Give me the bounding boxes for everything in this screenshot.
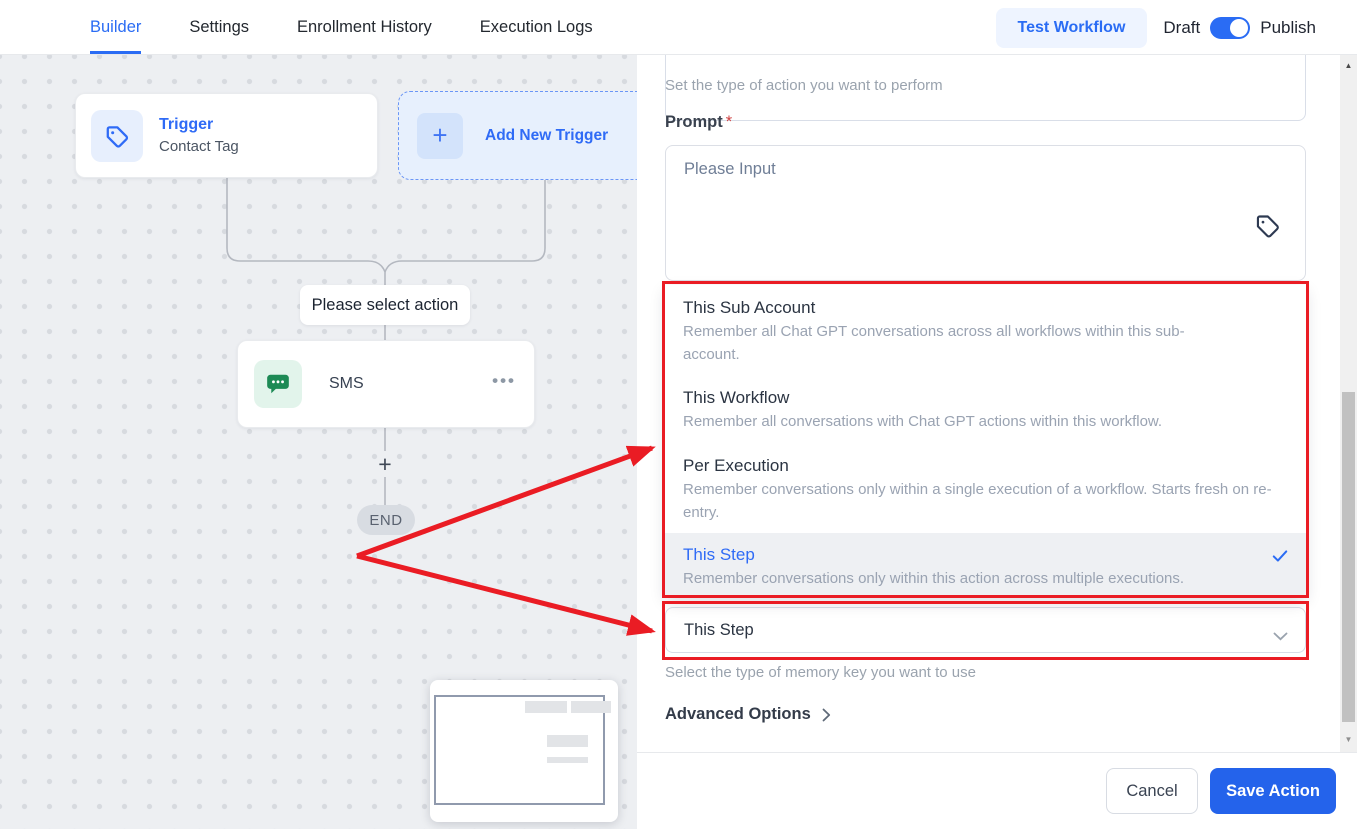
scrollbar-up-arrow[interactable]: ▲: [1340, 58, 1357, 74]
trigger-card-title: Trigger: [159, 116, 214, 133]
test-workflow-button[interactable]: Test Workflow: [995, 7, 1148, 48]
option-description: Remember conversations only within this …: [683, 570, 1185, 587]
scrollbar-thumb[interactable]: [1342, 392, 1355, 722]
toggle-knob: [1230, 18, 1249, 37]
option-description: Remember conversations only within a sin…: [683, 481, 1272, 521]
minimap-node: [571, 701, 611, 713]
select-action-label: Please select action: [300, 285, 470, 325]
minimap-node: [547, 735, 588, 747]
tab-builder[interactable]: Builder: [90, 0, 142, 54]
cancel-button[interactable]: Cancel: [1106, 768, 1198, 814]
option-title: This Sub Account: [683, 298, 816, 317]
minimap-node: [547, 757, 588, 763]
add-new-trigger-label: Add New Trigger: [485, 126, 609, 144]
nav-tabs: Builder Settings Enrollment History Exec…: [90, 0, 593, 54]
publish-label: Publish: [1260, 17, 1316, 37]
nav-right: Test Workflow Draft Publish: [995, 0, 1316, 55]
memory-type-select-field[interactable]: This Step: [665, 607, 1306, 653]
advanced-options-link[interactable]: Advanced Options: [665, 705, 831, 724]
option-description: Remember all conversations with Chat GPT…: [683, 413, 1163, 430]
chevron-right-icon: [822, 708, 830, 721]
panel-footer: Cancel Save Action: [637, 752, 1357, 829]
prompt-label: Prompt *: [665, 113, 733, 131]
sms-action-card[interactable]: SMS •••: [237, 340, 535, 428]
add-new-trigger-button[interactable]: + Add New Trigger: [398, 91, 637, 180]
scrollbar-down-arrow[interactable]: ▼: [1340, 732, 1357, 748]
tab-settings[interactable]: Settings: [189, 0, 249, 54]
top-nav: Builder Settings Enrollment History Exec…: [0, 0, 1357, 55]
workflow-canvas[interactable]: Trigger Contact Tag + Add New Trigger Pl…: [0, 55, 637, 829]
tag-icon: [91, 109, 143, 162]
publish-toggle-group: Draft Publish: [1163, 16, 1316, 39]
dropdown-option-this-workflow[interactable]: This Workflow Remember all conversations…: [665, 375, 1306, 443]
dropdown-option-per-execution[interactable]: Per Execution Remember conversations onl…: [665, 443, 1306, 533]
chat-bubble-icon: [254, 360, 302, 408]
workflow-builder-app: Builder Settings Enrollment History Exec…: [0, 0, 1357, 829]
plus-icon: +: [417, 112, 463, 159]
prompt-textarea[interactable]: Please Input: [665, 145, 1306, 281]
prompt-placeholder: Please Input: [684, 160, 776, 178]
tab-enrollment-history[interactable]: Enrollment History: [297, 0, 432, 54]
check-icon: [1270, 546, 1290, 571]
trigger-node-card[interactable]: Trigger Contact Tag: [75, 93, 378, 178]
minimap[interactable]: [430, 680, 618, 822]
minimap-node: [525, 701, 567, 713]
tab-execution-logs[interactable]: Execution Logs: [480, 0, 593, 54]
memory-select-helper: Select the type of memory key you want t…: [665, 664, 976, 681]
action-settings-panel: Set the type of action you want to perfo…: [637, 48, 1357, 829]
option-title: This Step: [683, 545, 755, 564]
required-asterisk: *: [725, 113, 733, 131]
end-node: END: [357, 505, 415, 535]
publish-toggle[interactable]: [1210, 16, 1251, 39]
action-type-helper: Set the type of action you want to perfo…: [665, 77, 943, 94]
option-description: Remember all Chat GPT conversations acro…: [683, 323, 1185, 363]
sms-card-label: SMS: [329, 375, 364, 392]
memory-select-value: This Step: [684, 620, 754, 639]
panel-scroll-area: Set the type of action you want to perfo…: [637, 55, 1340, 752]
trigger-card-subtitle: Contact Tag: [159, 138, 239, 155]
trigger-card-text: Trigger Contact Tag: [159, 114, 239, 157]
dropdown-option-this-sub-account[interactable]: This Sub Account Remember all Chat GPT c…: [665, 285, 1306, 375]
add-step-plus-button[interactable]: +: [372, 451, 398, 477]
advanced-options-label: Advanced Options: [665, 705, 811, 723]
chevron-down-icon: [1273, 627, 1288, 646]
option-title: This Workflow: [683, 388, 790, 407]
draft-label: Draft: [1163, 17, 1201, 37]
memory-type-dropdown: This Sub Account Remember all Chat GPT c…: [665, 285, 1306, 597]
save-action-button[interactable]: Save Action: [1210, 768, 1336, 814]
option-title: Per Execution: [683, 456, 789, 475]
tag-merge-field-icon[interactable]: [1254, 212, 1281, 244]
dropdown-option-this-step[interactable]: This Step Remember conversations only wi…: [665, 533, 1306, 597]
ellipsis-menu-icon[interactable]: •••: [492, 371, 516, 391]
panel-scrollbar[interactable]: ▲ ▼: [1340, 48, 1357, 752]
